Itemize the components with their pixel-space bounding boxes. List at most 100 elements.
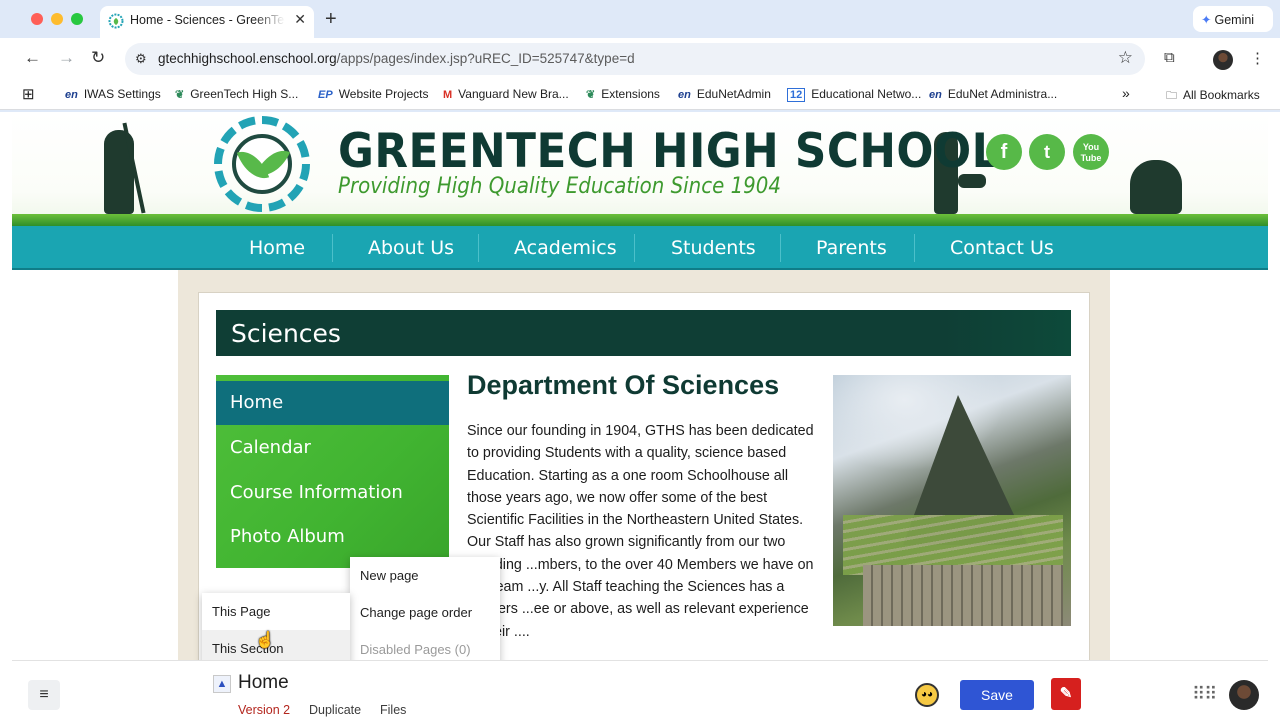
bookmark-item[interactable]: en EduNetAdmin xyxy=(678,87,771,101)
editor-menu-button[interactable]: ≡ xyxy=(28,680,60,710)
nav-about-us[interactable]: About Us xyxy=(368,237,454,259)
bookmark-item[interactable]: 12 Educational Netwo... xyxy=(787,87,921,102)
bookmarks-overflow-icon[interactable]: » xyxy=(1122,85,1130,101)
bookmark-label: Extensions xyxy=(601,87,660,101)
this-page-option[interactable]: This Page xyxy=(202,593,350,630)
new-tab-button[interactable]: + xyxy=(325,8,337,31)
bookmark-item[interactable]: EP Website Projects xyxy=(318,87,429,101)
edunet-icon: en xyxy=(65,89,78,101)
logo-inner-ring xyxy=(232,134,292,194)
user-avatar[interactable] xyxy=(1229,680,1259,710)
bookmark-item[interactable]: ❦ GreenTech High S... xyxy=(175,87,298,101)
bookmark-label: EduNetAdmin xyxy=(696,87,771,101)
site-settings-icon[interactable]: ⚙ xyxy=(135,51,149,66)
twitter-icon[interactable]: t xyxy=(1029,134,1065,170)
web-page: GREENTECH HIGH SCHOOL Providing High Qua… xyxy=(12,112,1268,660)
version-link[interactable]: Version 2 xyxy=(238,703,290,717)
gemini-button[interactable]: ✦ Gemini xyxy=(1193,6,1273,32)
bookmark-label: Website Projects xyxy=(338,87,429,101)
profile-avatar[interactable] xyxy=(1213,50,1233,70)
gmail-icon: M xyxy=(443,89,453,101)
nav-students[interactable]: Students xyxy=(671,237,756,259)
bookmark-label: Educational Netwo... xyxy=(811,87,922,101)
all-bookmarks-folder[interactable]: 🗀 All Bookmarks xyxy=(1166,87,1260,106)
minimize-window-button[interactable] xyxy=(51,13,63,25)
edunet-icon: en xyxy=(678,89,691,101)
tab-strip: Home - Sciences - GreenTech ✕ + ✦ Gemini xyxy=(0,0,1280,38)
nav-divider xyxy=(332,234,333,262)
folder-icon: 🗀 xyxy=(1166,90,1177,102)
url-path: /apps/pages/index.jsp?uREC_ID=525747&typ… xyxy=(336,51,635,66)
accessibility-check-icon[interactable]: ◕◕ xyxy=(915,683,939,707)
main-navigation: Home About Us Academics Students Parents… xyxy=(12,226,1268,270)
side-menu-course-information[interactable]: Course Information xyxy=(216,471,449,515)
nav-contact-us[interactable]: Contact Us xyxy=(950,237,1054,259)
edunet-icon: en xyxy=(929,89,942,101)
files-link[interactable]: Files xyxy=(380,703,406,717)
bookmark-item[interactable]: M Vanguard New Bra... xyxy=(443,87,569,101)
school-logo xyxy=(214,116,310,212)
side-menu-calendar[interactable]: Calendar xyxy=(216,426,449,470)
bookmark-star-icon[interactable]: ☆ xyxy=(1118,48,1133,68)
header-grass-stripe xyxy=(12,214,1268,226)
bookmark-item[interactable]: ❦ Extensions xyxy=(586,87,660,101)
department-title: Department Of Sciences xyxy=(467,370,780,400)
youtube-icon[interactable]: You Tube xyxy=(1073,134,1109,170)
change-page-order-option[interactable]: Change page order xyxy=(350,594,500,631)
tab-title: Home - Sciences - GreenTech xyxy=(130,13,285,27)
bookmark-item[interactable]: en EduNet Administra... xyxy=(929,87,1057,101)
tab-close-icon[interactable]: ✕ xyxy=(294,11,306,28)
greentech-icon: ❦ xyxy=(586,89,596,101)
side-menu-photo-album[interactable]: Photo Album xyxy=(216,515,449,559)
url-host: gtechhighschool.enschool.org xyxy=(158,51,337,66)
nav-home[interactable]: Home xyxy=(249,237,305,259)
editor-toolbar: ≡ ▲ Home Version 2 Duplicate Files ◕◕ Sa… xyxy=(12,660,1268,720)
machu-picchu-photo xyxy=(833,375,1071,626)
lens-search-icon[interactable]: ⧉ xyxy=(1164,49,1175,66)
section-side-menu: Home Calendar Course Information Photo A… xyxy=(216,375,449,568)
bookmark-label: IWAS Settings xyxy=(83,87,161,101)
apps-grid-icon[interactable]: ⊞ xyxy=(22,85,35,103)
page-menu-toggle-icon[interactable]: ▲ xyxy=(213,675,231,693)
school-name: GREENTECH HIGH SCHOOL xyxy=(338,124,1000,179)
page-actions-submenu: New page Change page order Disabled Page… xyxy=(350,557,500,660)
nav-divider xyxy=(780,234,781,262)
side-menu-home[interactable]: Home xyxy=(216,381,449,425)
department-description: Since our founding in 1904, GTHS has bee… xyxy=(467,423,814,640)
bookmark-label: EduNet Administra... xyxy=(947,87,1058,101)
nav-divider xyxy=(478,234,479,262)
greentech-favicon-icon xyxy=(108,13,124,29)
browser-chrome: Home - Sciences - GreenTech ✕ + ✦ Gemini … xyxy=(0,0,1280,112)
this-section-option[interactable]: This Section xyxy=(202,630,350,660)
url-text[interactable]: gtechhighschool.enschool.org/apps/pages/… xyxy=(158,51,635,66)
nav-parents[interactable]: Parents xyxy=(816,237,887,259)
nav-divider xyxy=(634,234,635,262)
greentech-icon: ❦ xyxy=(175,89,185,101)
save-button[interactable]: Save xyxy=(960,680,1034,710)
ep-icon: EP xyxy=(318,89,333,101)
duplicate-link[interactable]: Duplicate xyxy=(309,703,361,717)
apps-grid-icon[interactable]: ⠿⠿ xyxy=(1192,684,1217,705)
nav-divider xyxy=(914,234,915,262)
nav-academics[interactable]: Academics xyxy=(514,237,617,259)
close-window-button[interactable] xyxy=(31,13,43,25)
maximize-window-button[interactable] xyxy=(71,13,83,25)
address-bar[interactable]: ⚙ gtechhighschool.enschool.org/apps/page… xyxy=(125,43,1145,75)
browser-tab-active[interactable]: Home - Sciences - GreenTech ✕ xyxy=(100,6,314,38)
site-header: GREENTECH HIGH SCHOOL Providing High Qua… xyxy=(12,112,1268,226)
page-scope-menu: This Page This Section xyxy=(202,593,350,660)
reload-icon[interactable]: ↻ xyxy=(91,48,105,68)
current-page-name: Home xyxy=(238,672,289,693)
back-arrow-icon[interactable]: ← xyxy=(24,48,41,68)
bookmark-item[interactable]: en IWAS Settings xyxy=(65,87,161,101)
browser-menu-icon[interactable]: ⋮ xyxy=(1250,49,1265,67)
calendar-icon: 12 xyxy=(787,88,806,102)
kneeling-gardener-silhouette-icon xyxy=(1130,160,1182,214)
acrobat-pdf-icon[interactable]: ✎ xyxy=(1051,678,1081,710)
disabled-pages-option: Disabled Pages (0) xyxy=(360,642,471,657)
new-page-option[interactable]: New page xyxy=(350,557,500,594)
facebook-icon[interactable]: f xyxy=(986,134,1022,170)
all-bookmarks-label: All Bookmarks xyxy=(1183,88,1260,102)
forward-arrow-icon[interactable]: → xyxy=(58,48,75,68)
ruins-shape xyxy=(863,565,1063,626)
